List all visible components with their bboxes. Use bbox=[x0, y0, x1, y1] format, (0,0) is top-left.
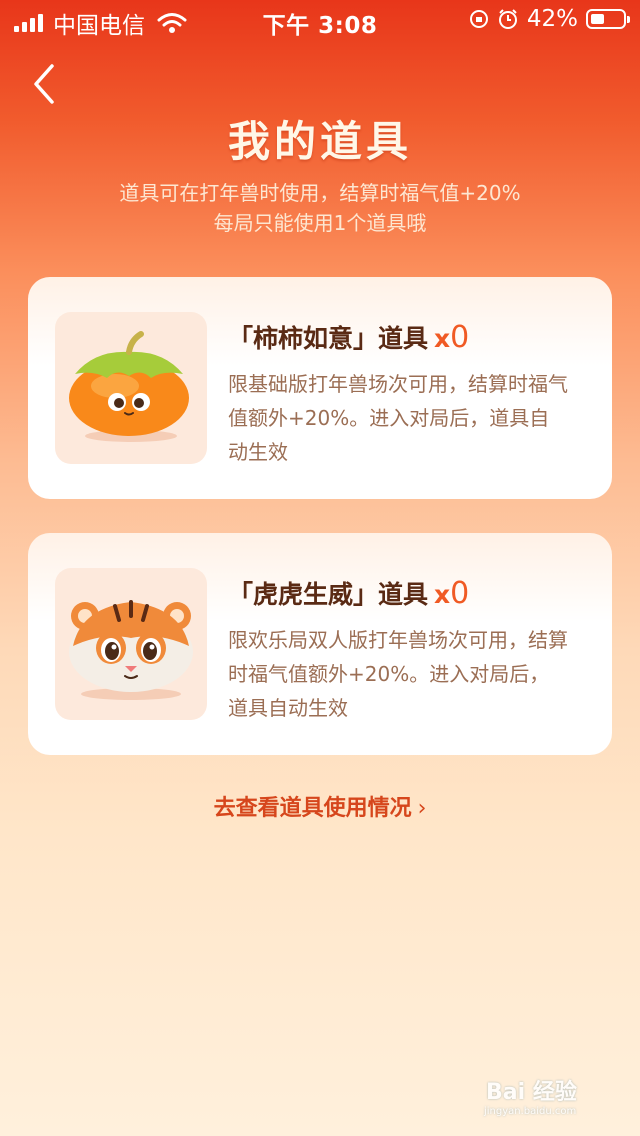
item-name: 「虎虎生威」道具 bbox=[228, 580, 429, 609]
item-x-label: x bbox=[434, 324, 451, 353]
item-card-tiger[interactable]: 「虎虎生威」道具 x0 限欢乐局双人版打年兽场次可用，结算时福气值额外+20%。进… bbox=[28, 533, 612, 755]
item-count: 0 bbox=[450, 320, 470, 355]
subtitle-line-1: 道具可在打年兽时使用，结算时福气值+20% bbox=[119, 181, 521, 205]
item-x-label: x bbox=[434, 580, 451, 609]
back-button[interactable] bbox=[24, 60, 68, 108]
item-title: 「柿柿如意」道具 x0 bbox=[228, 319, 469, 355]
item-image bbox=[55, 312, 207, 464]
item-name: 「柿柿如意」道具 bbox=[228, 324, 429, 353]
view-item-usage-link[interactable]: 去查看道具使用情况 › bbox=[0, 790, 640, 822]
view-item-usage-label: 去查看道具使用情况 bbox=[213, 796, 412, 821]
persimmon-icon bbox=[69, 331, 189, 442]
battery-icon bbox=[586, 9, 630, 29]
battery-percent: 42% bbox=[526, 6, 578, 32]
item-description: 限基础版打年兽场次可用，结算时福气值额外+20%。进入对局后，道具自动生效 bbox=[228, 372, 568, 464]
baidu-jingyan-watermark: Bai 经验 jingyan.baidu.com bbox=[480, 1068, 610, 1128]
alarm-icon bbox=[498, 9, 517, 29]
rotation-lock-icon bbox=[469, 10, 488, 28]
item-card-persimmon[interactable]: 「柿柿如意」道具 x0 限基础版打年兽场次可用，结算时福气值额外+20%。进入对局… bbox=[28, 277, 612, 499]
status-bar: 中国电信 下午 3:08 42% bbox=[0, 0, 640, 40]
item-title: 「虎虎生威」道具 x0 bbox=[228, 575, 469, 611]
page-subtitle: 道具可在打年兽时使用，结算时福气值+20% 每局只能使用1个道具哦 bbox=[0, 178, 640, 238]
item-count: 0 bbox=[450, 576, 470, 611]
tiger-icon bbox=[69, 600, 193, 700]
chevron-right-icon: › bbox=[417, 796, 427, 821]
page-title: 我的道具 bbox=[227, 117, 412, 166]
watermark-subtext: jingyan.baidu.com bbox=[484, 1106, 577, 1117]
subtitle-line-2: 每局只能使用1个道具哦 bbox=[213, 211, 427, 235]
battery-fill bbox=[591, 14, 604, 24]
chevron-left-icon bbox=[34, 64, 54, 104]
watermark-text: Bai 经验 bbox=[486, 1080, 577, 1105]
item-description: 限欢乐局双人版打年兽场次可用，结算时福气值额外+20%。进入对局后，道具自动生效 bbox=[228, 628, 568, 720]
status-right: 42% bbox=[469, 6, 630, 32]
item-image bbox=[55, 568, 207, 720]
